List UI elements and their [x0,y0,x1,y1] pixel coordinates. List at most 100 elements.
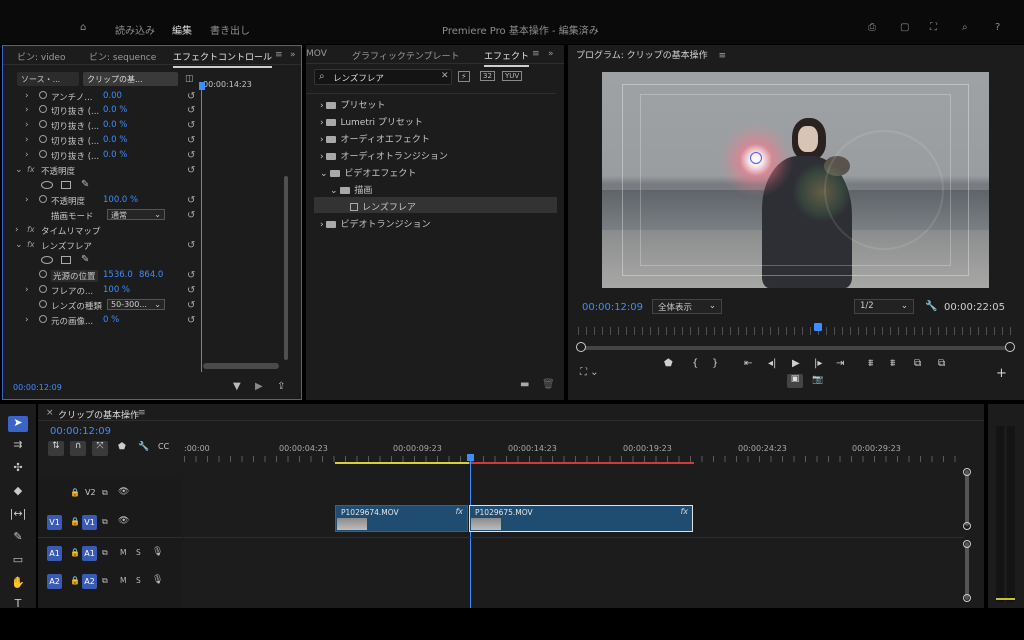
fx-icon[interactable]: fx [27,165,35,174]
menu-edit[interactable]: 編集 [172,22,192,37]
eye-icon[interactable]: 👁 [118,487,129,497]
timeline-timecode[interactable]: 00:00:12:09 [50,426,111,437]
tab-graphic-templates[interactable]: グラフィックテンプレート [352,49,460,62]
fx-icon[interactable]: fx [27,240,35,249]
safe-margins-icon[interactable]: ⛶ ⌄ [580,367,599,378]
zoom-bar-start-handle[interactable] [576,342,586,352]
stopwatch-icon[interactable] [39,300,47,308]
close-tab-icon[interactable]: × [46,408,54,418]
rectangle-mask-icon[interactable] [61,181,71,189]
slip-tool-icon[interactable]: |↔| [8,507,28,523]
stopwatch-icon[interactable] [39,285,47,293]
reset-icon[interactable]: ↺ [187,315,195,326]
32bit-effects-icon[interactable]: 32 [480,71,495,81]
stopwatch-icon[interactable] [39,120,47,128]
stopwatch-icon[interactable] [39,135,47,143]
reset-icon[interactable]: ↺ [187,105,195,116]
ec-playhead-handle[interactable] [199,82,205,90]
source-patch-v1[interactable]: V1 [47,515,62,530]
filter-icon[interactable]: ▼ [233,381,241,392]
sync-lock-icon[interactable]: ⧉ [102,488,108,498]
tree-video-transitions[interactable]: › ビデオトランジション [320,217,430,230]
reset-icon[interactable]: ↺ [187,150,195,161]
stopwatch-icon[interactable] [39,91,47,99]
tab-bin-video[interactable]: ビン: video [17,50,65,63]
ellipse-mask-icon[interactable] [41,181,53,189]
type-tool-icon[interactable]: T [8,597,28,608]
marker-icon[interactable]: ⬟ [118,442,126,452]
track-target-v1[interactable]: V1 [82,515,97,530]
rectangle-tool-icon[interactable]: ▭ [8,553,28,569]
new-bin-icon[interactable]: ▬ [520,379,529,390]
mark-in-icon[interactable]: { [692,358,698,369]
ripple-edit-tool-icon[interactable]: ✣ [8,461,28,477]
add-marker-icon[interactable]: ⬟ [664,358,673,369]
tree-video-effects[interactable]: ⌄ ビデオエフェクト [320,166,416,179]
play-audio-icon[interactable]: ▶ [255,381,263,392]
reset-icon[interactable]: ↺ [187,210,195,221]
program-timecode[interactable]: 00:00:12:09 [582,302,643,313]
ec-timecode[interactable]: 00:00:12:09 [13,383,62,392]
tab-mov[interactable]: MOV [306,49,327,59]
lens-type-select[interactable]: 50-300... ⌄ [107,299,165,310]
tree-lens-flare[interactable]: レンズフレア [350,200,416,213]
yuv-effects-icon[interactable]: YUV [502,71,523,81]
sync-lock-icon[interactable]: ⧉ [102,548,108,558]
scroll-handle-top[interactable] [963,468,971,476]
program-ruler[interactable] [578,327,1012,335]
camera-icon[interactable]: 📷 [812,375,823,385]
captions-icon[interactable]: CC [158,442,169,451]
search-icon[interactable]: ⌕ [962,22,968,33]
ec-scrollbar[interactable] [284,176,288,360]
clip-dropdown[interactable]: クリップの基... [83,72,178,86]
panel-menu-icon[interactable]: ≡ [138,408,146,418]
solo-button[interactable]: S [136,576,141,585]
program-zoom-bar[interactable] [580,346,1010,350]
track-select-tool-icon[interactable]: ⇉ [8,438,28,454]
reset-icon[interactable]: ↺ [187,165,195,176]
mark-out-icon[interactable]: } [712,358,718,369]
linked-selection-icon[interactable]: ⤧ [92,441,108,456]
panel-menu-icon[interactable]: ≡ [532,49,540,59]
audio-track-scrollbar[interactable] [965,542,969,600]
sync-lock-icon[interactable]: ⧉ [102,517,108,527]
lock-icon[interactable]: 🔒 [70,517,80,526]
extract-icon[interactable]: ⩩ [890,358,895,369]
menu-export[interactable]: 書き出し [210,22,250,37]
pen-mask-icon[interactable]: ✎ [81,254,89,265]
panel-menu-icon[interactable]: ≡ [719,51,727,61]
zoom-bar-end-handle[interactable] [1005,342,1015,352]
video-preview[interactable] [602,72,989,288]
microphone-icon[interactable]: 🎙 [152,547,163,557]
reset-icon[interactable]: ↺ [187,300,195,311]
export-frame-multi-icon[interactable]: ⧉ [914,358,921,369]
video-track-scrollbar[interactable] [965,470,969,526]
share-icon[interactable]: ⎙ [868,22,876,33]
tree-lumetri-presets[interactable]: › Lumetri プリセット [320,115,423,128]
zoom-select[interactable]: 全体表示 ⌄ [652,299,722,314]
fullscreen-icon[interactable]: ⛶ [930,22,937,33]
program-playhead[interactable] [814,323,822,331]
pen-tool-icon[interactable]: ✎ [8,530,28,546]
effects-search-input[interactable]: ⌕ レンズフレア ✕ [314,69,452,85]
source-dropdown[interactable]: ソース・... [17,72,79,86]
settings-wrench-icon[interactable]: 🔧 [138,442,149,452]
stopwatch-icon[interactable] [39,195,47,203]
play-icon[interactable]: ▶ [792,358,800,369]
pen-mask-icon[interactable]: ✎ [81,179,89,190]
expand-icon[interactable]: » [548,49,554,59]
step-back-icon[interactable]: ◂| [768,358,776,369]
menu-import[interactable]: 読み込み [115,22,155,37]
tab-bin-sequence[interactable]: ビン: sequence [89,50,156,63]
tree-generate[interactable]: ⌄ 描画 [330,183,372,196]
ec-zoom-scrollbar[interactable] [203,363,279,369]
add-button-icon[interactable]: + [996,366,1007,381]
comparison-view-icon[interactable]: ▣ [787,374,803,388]
snap-icon[interactable]: ∩ [70,441,86,456]
sync-lock-icon[interactable]: ⧉ [102,576,108,586]
resolution-select[interactable]: 1/2 ⌄ [854,299,914,314]
solo-button[interactable]: S [136,548,141,557]
lock-icon[interactable]: 🔒 [70,576,80,585]
panel-menu-icon[interactable]: ≡ [275,50,283,60]
home-icon[interactable]: ⌂ [80,22,86,33]
